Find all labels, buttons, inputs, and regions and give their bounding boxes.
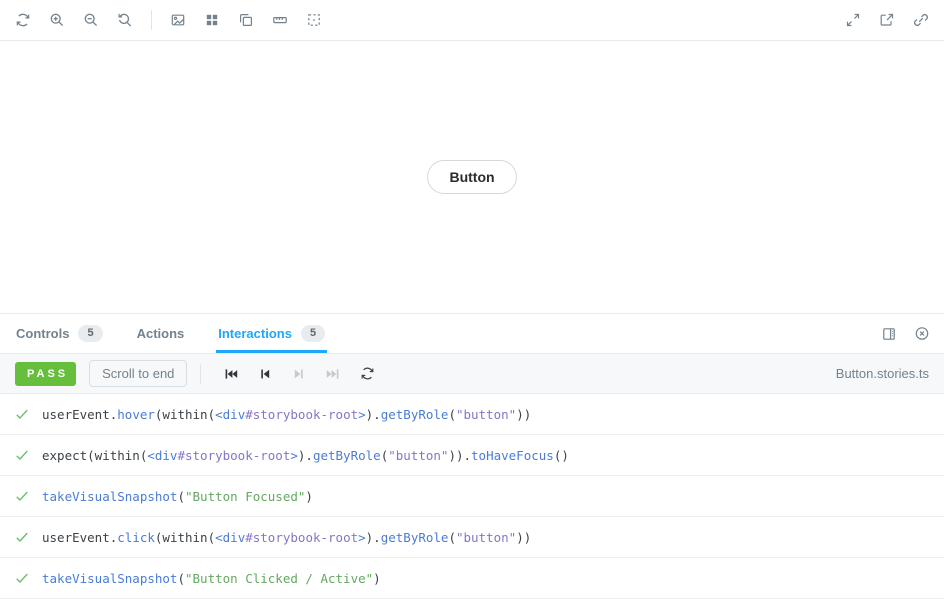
tab-controls-label: Controls (16, 326, 69, 341)
check-icon (15, 489, 29, 503)
scroll-to-end-button[interactable]: Scroll to end (89, 360, 187, 388)
tab-controls-badge: 5 (78, 325, 102, 342)
fullscreen-icon[interactable] (845, 12, 861, 28)
measure-icon[interactable] (272, 12, 288, 28)
story-file-name: Button.stories.ts (836, 366, 929, 381)
panel-position-icon[interactable] (881, 326, 897, 342)
outline-icon[interactable] (306, 12, 322, 28)
toolbar-divider (151, 10, 152, 30)
go-to-end-icon[interactable] (325, 366, 341, 382)
interaction-row[interactable]: takeVisualSnapshot("Button Clicked / Act… (0, 558, 944, 599)
canvas-toolbar-right (845, 12, 929, 28)
zoom-out-icon[interactable] (83, 12, 99, 28)
check-icon (15, 571, 29, 585)
copy-link-icon[interactable] (913, 12, 929, 28)
go-to-start-icon[interactable] (223, 366, 239, 382)
status-badge: PASS (15, 362, 76, 386)
tab-actions[interactable]: Actions (137, 314, 185, 353)
check-icon (15, 530, 29, 544)
panel-tabbar: Controls 5 Actions Interactions 5 (0, 314, 944, 353)
check-icon (15, 407, 29, 421)
story-canvas: Button (0, 41, 944, 313)
go-forward-icon[interactable] (291, 366, 307, 382)
interaction-code: userEvent.click(within(<div#storybook-ro… (42, 530, 531, 545)
panel-tabs: Controls 5 Actions Interactions 5 (0, 314, 359, 353)
tab-interactions-label: Interactions (218, 326, 292, 341)
interaction-row[interactable]: userEvent.hover(within(<div#storybook-ro… (0, 394, 944, 435)
rerun-icon[interactable] (359, 366, 375, 382)
playback-controls (223, 366, 375, 382)
interactions-toolbar: PASS Scroll to end (0, 353, 944, 394)
interaction-row[interactable]: expect(within(<div#storybook-root>).getB… (0, 435, 944, 476)
interactions-list: userEvent.hover(within(<div#storybook-ro… (0, 394, 944, 606)
tab-interactions-badge: 5 (301, 325, 325, 342)
tab-controls[interactable]: Controls 5 (16, 314, 103, 353)
subbar-divider (200, 364, 201, 384)
story-button[interactable]: Button (427, 160, 516, 194)
tab-actions-label: Actions (137, 326, 185, 341)
tab-interactions[interactable]: Interactions 5 (218, 314, 325, 353)
interaction-code: userEvent.hover(within(<div#storybook-ro… (42, 407, 531, 422)
panel-tabbar-actions (881, 326, 930, 342)
interaction-code: takeVisualSnapshot("Button Focused") (42, 489, 313, 504)
interaction-code: takeVisualSnapshot("Button Clicked / Act… (42, 571, 381, 586)
remount-icon[interactable] (15, 12, 31, 28)
storybook-preview-window: Button Controls 5 Actions Interactions 5 (0, 0, 944, 606)
viewport-icon[interactable] (238, 12, 254, 28)
check-icon (15, 448, 29, 462)
interaction-code: expect(within(<div#storybook-root>).getB… (42, 448, 569, 463)
interaction-row[interactable]: takeVisualSnapshot("Button Focused") (0, 476, 944, 517)
zoom-reset-icon[interactable] (117, 12, 133, 28)
interaction-row[interactable]: userEvent.click(within(<div#storybook-ro… (0, 517, 944, 558)
go-back-icon[interactable] (257, 366, 273, 382)
canvas-toolbar (0, 0, 944, 41)
zoom-in-icon[interactable] (49, 12, 65, 28)
grid-icon[interactable] (204, 12, 220, 28)
canvas-toolbar-left (15, 10, 322, 30)
close-panel-icon[interactable] (914, 326, 930, 342)
addon-panel: Controls 5 Actions Interactions 5 (0, 313, 944, 606)
open-in-new-tab-icon[interactable] (879, 12, 895, 28)
background-icon[interactable] (170, 12, 186, 28)
